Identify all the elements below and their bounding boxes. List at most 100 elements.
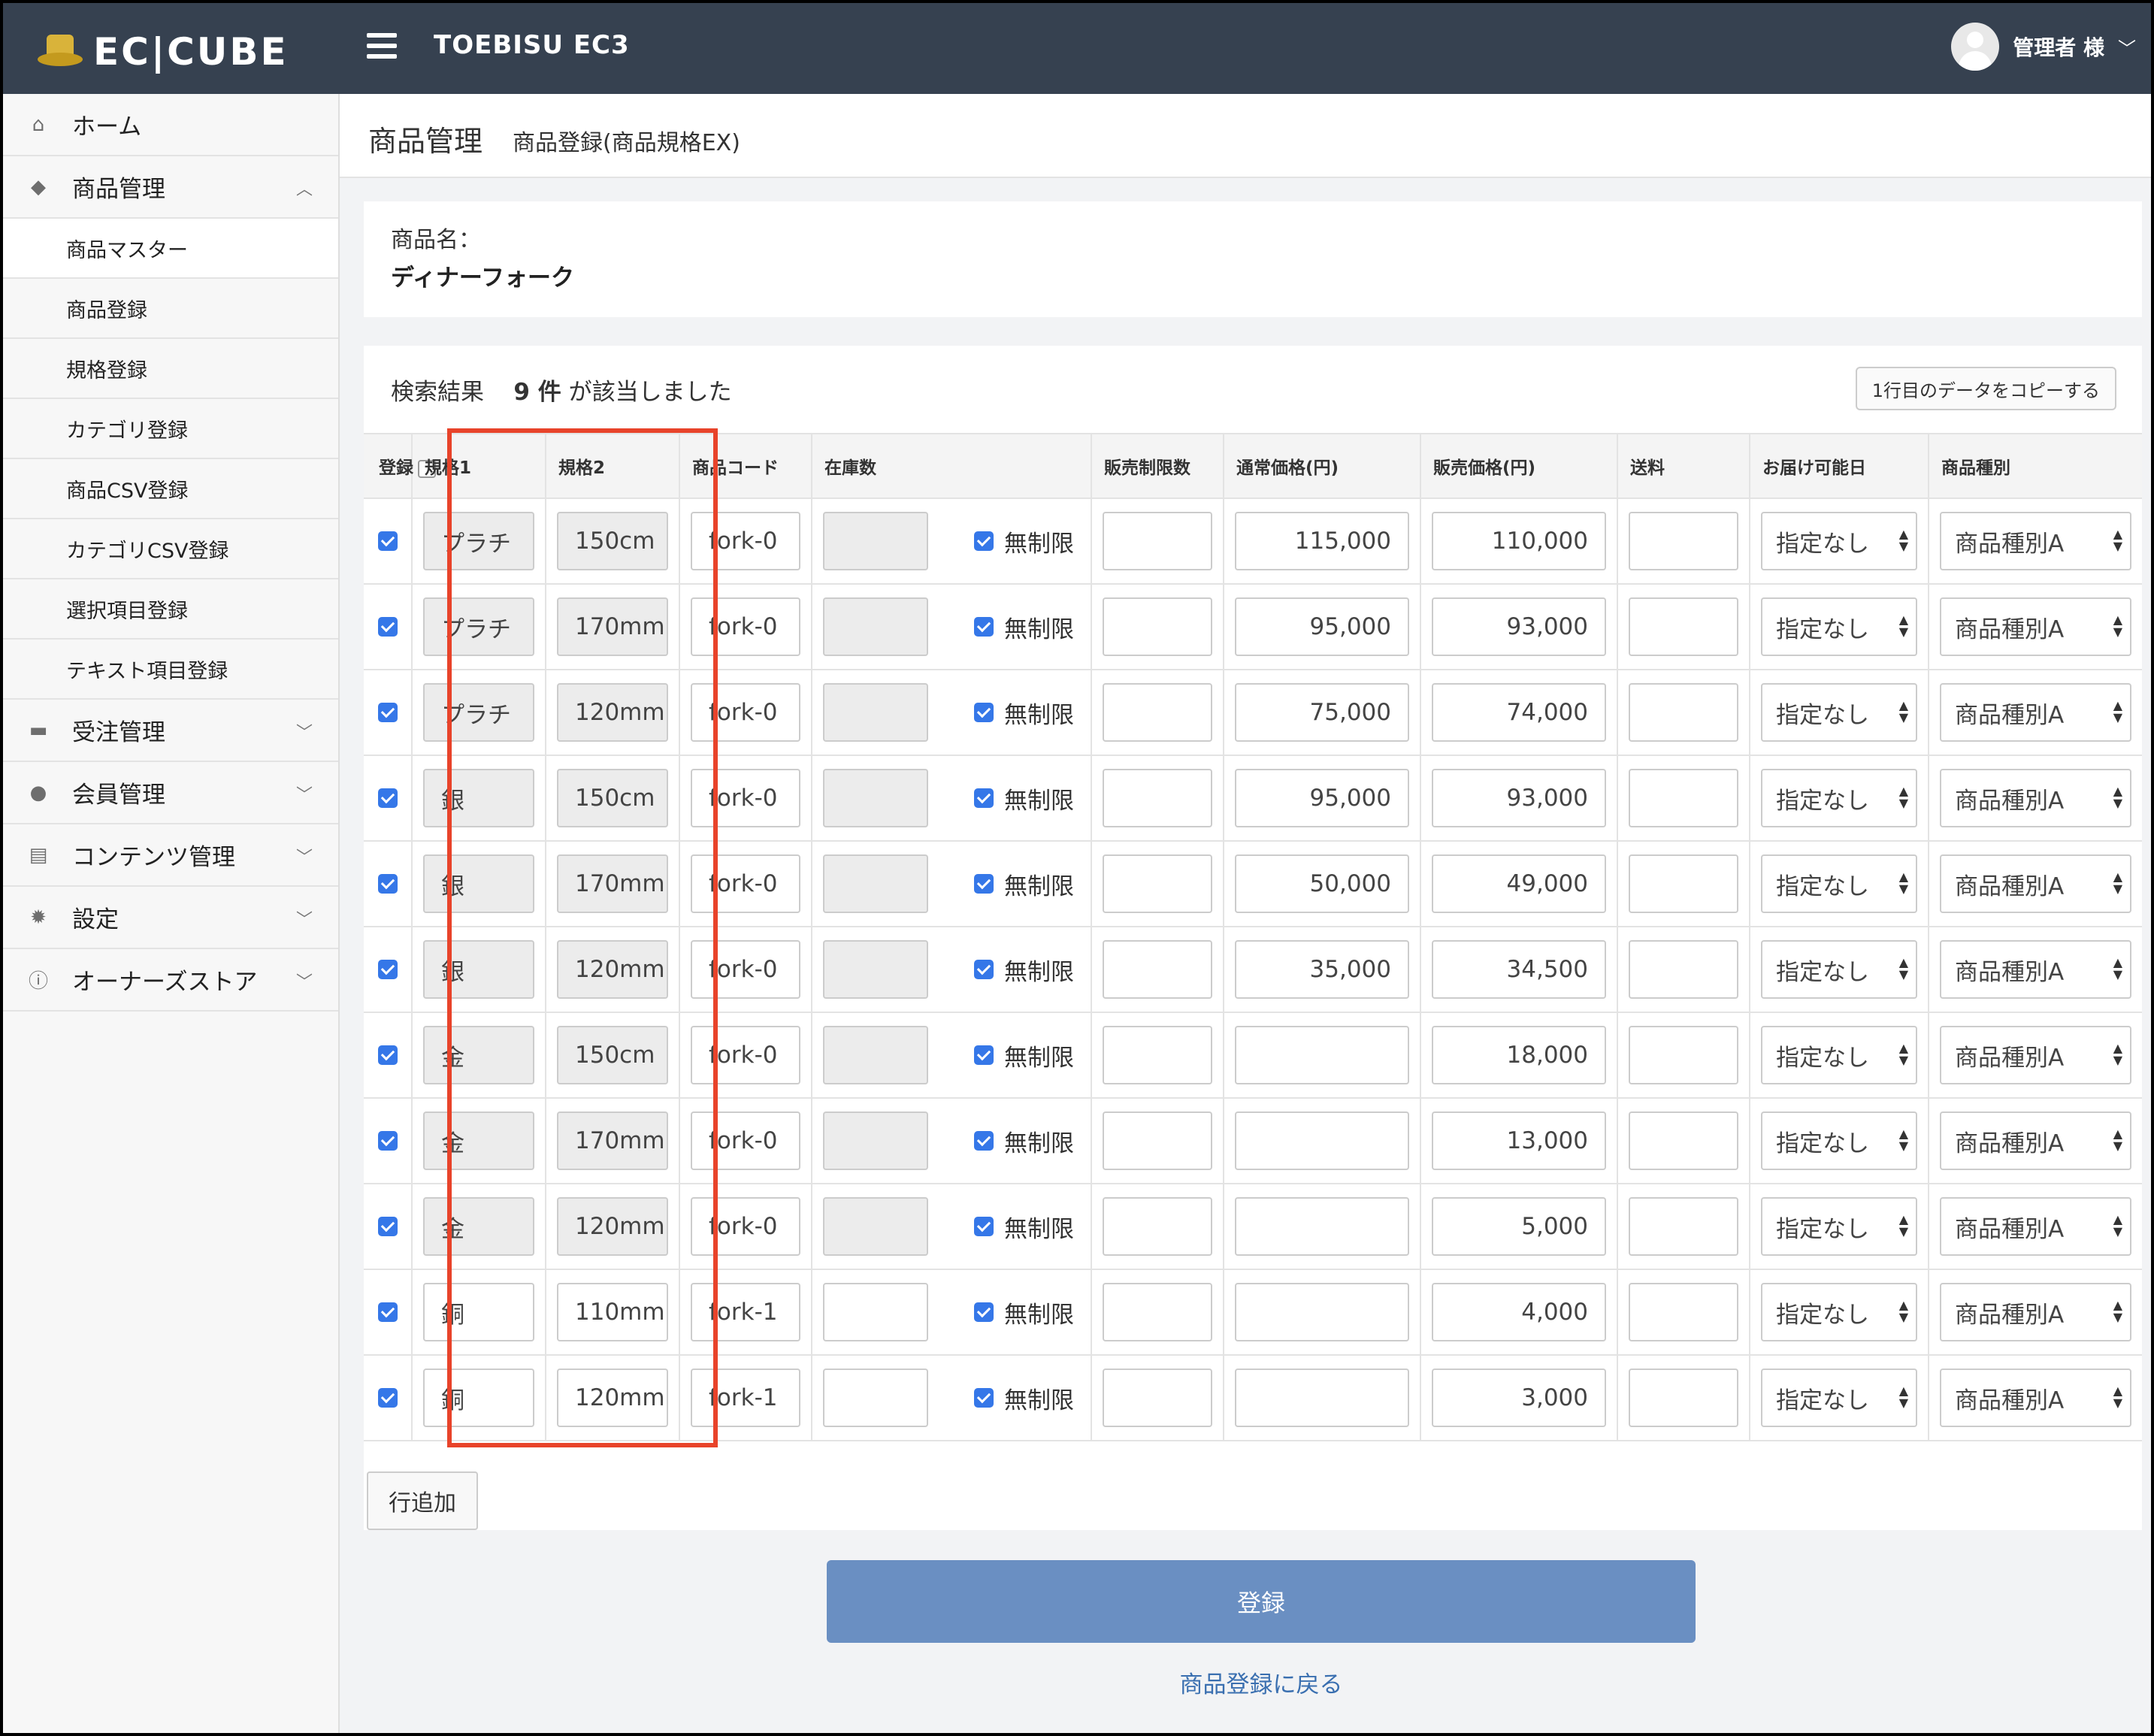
product-kind-select[interactable]: 商品種別A ▲ ▼ (1940, 512, 2131, 570)
stock-input[interactable] (823, 1197, 928, 1256)
unlimited-checkbox[interactable] (974, 1388, 994, 1408)
delivery-date-select[interactable]: 指定なし ▲ ▼ (1761, 1369, 1917, 1427)
product-kind-select[interactable]: 商品種別A ▲ ▼ (1940, 1197, 2131, 1256)
spec2-input[interactable]: 150cm (557, 769, 668, 827)
stock-input[interactable] (823, 1369, 928, 1427)
user-menu[interactable]: 管理者 様 ﹀ (1951, 23, 2136, 71)
stock-input[interactable] (823, 940, 928, 999)
product-code-input[interactable]: fork-0 (691, 1026, 800, 1084)
register-checkbox[interactable] (377, 617, 398, 637)
unlimited-checkbox[interactable] (974, 617, 994, 637)
spec2-input[interactable]: 120mm (557, 1197, 668, 1256)
unlimited-toggle[interactable]: 無制限 (974, 867, 1074, 901)
stock-input[interactable] (823, 769, 928, 827)
sale-price-input[interactable]: 3,000 (1432, 1369, 1606, 1427)
product-kind-select[interactable]: 商品種別A ▲ ▼ (1940, 683, 2131, 742)
sale-limit-input[interactable] (1103, 854, 1212, 913)
delivery-date-select[interactable]: 指定なし ▲ ▼ (1761, 854, 1917, 913)
shipping-input[interactable] (1629, 769, 1738, 827)
sidebar-subitem-spec-register[interactable]: 規格登録 (3, 339, 338, 399)
unlimited-checkbox[interactable] (974, 1045, 994, 1065)
unlimited-toggle[interactable]: 無制限 (974, 953, 1074, 987)
delivery-date-select[interactable]: 指定なし ▲ ▼ (1761, 1283, 1917, 1341)
unlimited-checkbox[interactable] (974, 1217, 994, 1236)
product-code-input[interactable]: fork-0 (691, 683, 800, 742)
sidebar-item-contents[interactable]: ▤ コンテンツ管理 ﹀ (3, 824, 338, 887)
sidebar-item-members[interactable]: ● 会員管理 ﹀ (3, 762, 338, 824)
normal-price-input[interactable] (1235, 1197, 1409, 1256)
sale-price-input[interactable]: 93,000 (1432, 769, 1606, 827)
stock-input[interactable] (823, 512, 928, 570)
register-checkbox[interactable] (377, 703, 398, 722)
shipping-input[interactable] (1629, 1111, 1738, 1170)
spec2-input[interactable]: 170mm (557, 854, 668, 913)
shipping-input[interactable] (1629, 940, 1738, 999)
sale-price-input[interactable]: 74,000 (1432, 683, 1606, 742)
stock-input[interactable] (823, 1026, 928, 1084)
sale-limit-input[interactable] (1103, 769, 1212, 827)
product-code-input[interactable]: fork-0 (691, 769, 800, 827)
unlimited-checkbox[interactable] (974, 960, 994, 979)
delivery-date-select[interactable]: 指定なし ▲ ▼ (1761, 512, 1917, 570)
register-checkbox[interactable] (377, 788, 398, 808)
normal-price-input[interactable]: 50,000 (1235, 854, 1409, 913)
unlimited-toggle[interactable]: 無制限 (974, 525, 1074, 558)
back-to-product-link[interactable]: 商品登録に戻る (827, 1665, 1696, 1699)
product-kind-select[interactable]: 商品種別A ▲ ▼ (1940, 1369, 2131, 1427)
stock-input[interactable] (823, 597, 928, 656)
shipping-input[interactable] (1629, 683, 1738, 742)
unlimited-checkbox[interactable] (974, 531, 994, 551)
shipping-input[interactable] (1629, 854, 1738, 913)
sidebar-item-settings[interactable]: ✹ 設定 ﹀ (3, 887, 338, 949)
register-checkbox[interactable] (377, 874, 398, 894)
logo[interactable]: EC|CUBE (38, 30, 289, 74)
unlimited-toggle[interactable]: 無制限 (974, 1039, 1074, 1072)
normal-price-input[interactable] (1235, 1369, 1409, 1427)
delivery-date-select[interactable]: 指定なし ▲ ▼ (1761, 1197, 1917, 1256)
sale-limit-input[interactable] (1103, 1111, 1212, 1170)
shipping-input[interactable] (1629, 1197, 1738, 1256)
sidebar-item-owners-store[interactable]: ⓘ オーナーズストア ﹀ (3, 949, 338, 1012)
sale-price-input[interactable]: 34,500 (1432, 940, 1606, 999)
spec1-input[interactable]: 金 (423, 1197, 534, 1256)
unlimited-checkbox[interactable] (974, 874, 994, 894)
unlimited-checkbox[interactable] (974, 1302, 994, 1322)
normal-price-input[interactable]: 35,000 (1235, 940, 1409, 999)
sidebar-subitem-category-register[interactable]: カテゴリ登録 (3, 399, 338, 459)
spec1-input[interactable]: 銅 (423, 1283, 534, 1341)
product-code-input[interactable]: fork-0 (691, 940, 800, 999)
shipping-input[interactable] (1629, 512, 1738, 570)
product-code-input[interactable]: fork-0 (691, 1197, 800, 1256)
normal-price-input[interactable]: 115,000 (1235, 512, 1409, 570)
sidebar-subitem-option-register[interactable]: 選択項目登録 (3, 579, 338, 640)
unlimited-checkbox[interactable] (974, 703, 994, 722)
delivery-date-select[interactable]: 指定なし ▲ ▼ (1761, 597, 1917, 656)
spec1-input[interactable]: 金 (423, 1026, 534, 1084)
sale-limit-input[interactable] (1103, 683, 1212, 742)
sale-price-input[interactable]: 4,000 (1432, 1283, 1606, 1341)
sidebar-subitem-product-master[interactable]: 商品マスター (3, 219, 338, 279)
spec1-input[interactable]: プラチ (423, 683, 534, 742)
delivery-date-select[interactable]: 指定なし ▲ ▼ (1761, 1026, 1917, 1084)
unlimited-toggle[interactable]: 無制限 (974, 1210, 1074, 1244)
delivery-date-select[interactable]: 指定なし ▲ ▼ (1761, 683, 1917, 742)
product-code-input[interactable]: fork-1 (691, 1283, 800, 1341)
spec2-input[interactable]: 150cm (557, 1026, 668, 1084)
unlimited-toggle[interactable]: 無制限 (974, 696, 1074, 730)
product-code-input[interactable]: fork-0 (691, 1111, 800, 1170)
sale-limit-input[interactable] (1103, 940, 1212, 999)
shop-name[interactable]: TOEBISU EC3 (434, 30, 630, 60)
spec2-input[interactable]: 170mm (557, 597, 668, 656)
product-kind-select[interactable]: 商品種別A ▲ ▼ (1940, 1283, 2131, 1341)
stock-input[interactable] (823, 1111, 928, 1170)
product-kind-select[interactable]: 商品種別A ▲ ▼ (1940, 597, 2131, 656)
spec2-input[interactable]: 120mm (557, 1369, 668, 1427)
shipping-input[interactable] (1629, 1026, 1738, 1084)
unlimited-checkbox[interactable] (974, 788, 994, 808)
normal-price-input[interactable]: 95,000 (1235, 597, 1409, 656)
product-code-input[interactable]: fork-0 (691, 597, 800, 656)
delivery-date-select[interactable]: 指定なし ▲ ▼ (1761, 769, 1917, 827)
sale-price-input[interactable]: 110,000 (1432, 512, 1606, 570)
copy-first-row-button[interactable]: 1行目のデータをコピーする (1855, 367, 2116, 410)
normal-price-input[interactable] (1235, 1283, 1409, 1341)
